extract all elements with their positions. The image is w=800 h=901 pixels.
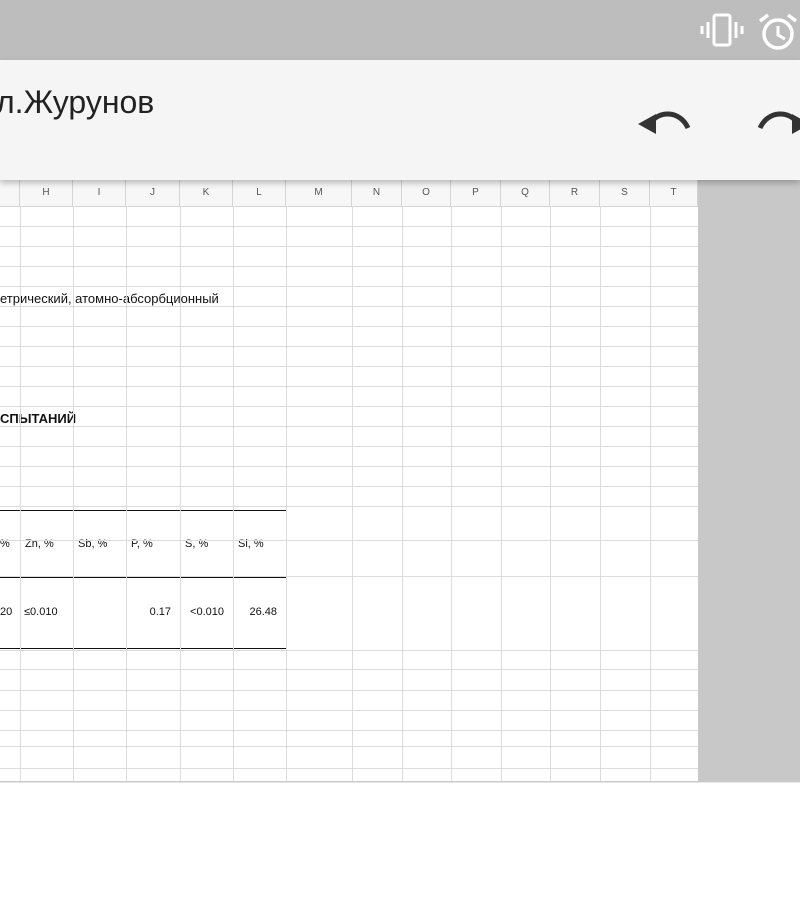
status-bar — [0, 0, 800, 60]
table-border — [0, 648, 287, 649]
gridline-row — [0, 366, 698, 367]
gridline-row — [0, 266, 698, 267]
gridline-row — [0, 540, 698, 541]
gridline-row — [0, 710, 698, 711]
gridline-row — [0, 246, 698, 247]
gridline-row — [0, 306, 698, 307]
gridline-row — [0, 406, 698, 407]
gridline-column — [501, 206, 502, 781]
gridline-row — [0, 669, 698, 670]
gridline-row — [0, 690, 698, 691]
gridline-row — [0, 346, 698, 347]
gridline-row — [0, 746, 698, 747]
undo-icon — [636, 100, 696, 150]
gridline-row — [0, 650, 698, 651]
column-header-p[interactable]: P — [451, 180, 501, 206]
column-header-n[interactable]: N — [352, 180, 402, 206]
vibrate-icon — [700, 12, 746, 53]
gridline-column — [451, 206, 452, 781]
gridline-column — [286, 206, 287, 781]
column-header-h[interactable]: H — [20, 180, 73, 206]
gridline-column — [126, 206, 127, 781]
table-value-cell: <0.010 — [190, 606, 224, 618]
table-value-cell: 26.48 — [249, 606, 277, 618]
bottom-blank-area — [0, 782, 800, 901]
section-heading-cell: СПЫТАНИЙ — [0, 411, 77, 426]
column-header-g[interactable] — [0, 180, 20, 206]
table-border — [0, 510, 287, 511]
gridline-row — [0, 576, 698, 577]
gridline-row — [0, 426, 698, 427]
document-title: л.Журунов — [0, 84, 155, 120]
column-header-m[interactable]: M — [286, 180, 352, 206]
column-header-r[interactable]: R — [550, 180, 600, 206]
gridline-row — [0, 226, 698, 227]
gridline-row — [0, 326, 698, 327]
column-header-k[interactable]: K — [180, 180, 233, 206]
table-value-cell: 20 — [0, 606, 13, 618]
redo-icon — [752, 100, 800, 150]
column-header-j[interactable]: J — [126, 180, 180, 206]
column-header-l[interactable]: L — [233, 180, 286, 206]
table-value-cell: ≤0.010 — [24, 606, 58, 618]
gridline-column — [73, 206, 74, 781]
gridline-row — [0, 446, 698, 447]
table-background — [0, 510, 286, 648]
table-value-cell: 0.17 — [149, 606, 171, 618]
column-header-t[interactable]: T — [650, 180, 698, 206]
method-cell-text: етрический, атомно-абсорбционный — [0, 291, 219, 306]
gridline-row — [0, 506, 698, 507]
column-header-s[interactable]: S — [600, 180, 650, 206]
gridline-row — [0, 768, 698, 769]
column-header-q[interactable]: Q — [501, 180, 550, 206]
gridline-row — [0, 466, 698, 467]
column-header-i[interactable]: I — [73, 180, 126, 206]
table-border — [0, 577, 287, 578]
alarm-icon — [756, 12, 800, 57]
redo-button[interactable] — [752, 100, 800, 150]
gridline-column — [402, 206, 403, 781]
gridline-column — [233, 206, 234, 781]
gridline-column — [550, 206, 551, 781]
gridline-column — [180, 206, 181, 781]
gridline-row — [0, 486, 698, 487]
spreadsheet-grid[interactable]: HIJKLMNOPQRST етрический, атомно-абсорбц… — [0, 180, 698, 781]
gridline-column — [650, 206, 651, 781]
gridline-row — [0, 286, 698, 287]
gridline-row — [0, 730, 698, 731]
undo-button[interactable] — [636, 100, 696, 150]
gridline-column — [20, 206, 21, 781]
gridline-column — [600, 206, 601, 781]
gridline-column — [352, 206, 353, 781]
column-header-o[interactable]: O — [402, 180, 451, 206]
column-headers: HIJKLMNOPQRST — [0, 180, 698, 207]
gridline-row — [0, 386, 698, 387]
